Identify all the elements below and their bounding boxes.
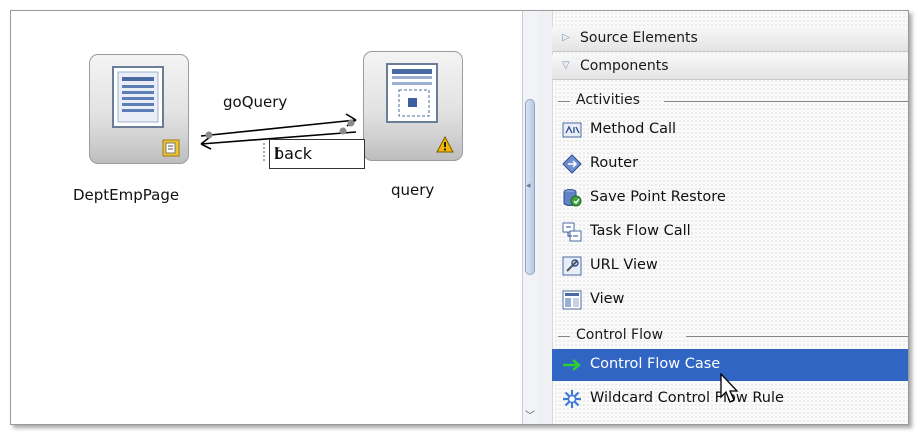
components-header[interactable]: ▽ Components	[552, 55, 908, 80]
edge-handle	[339, 127, 347, 135]
control-flow-case-label: Control Flow Case	[590, 356, 721, 372]
control-flow-edges	[200, 113, 357, 161]
router-label: Router	[590, 155, 639, 171]
diagram-canvas[interactable]: DeptEmpPage query goQuery back I	[11, 11, 523, 424]
palette-item-task-flow-call[interactable]: Task Flow Call	[552, 216, 908, 248]
task-flow-call-icon	[562, 222, 582, 242]
edge-handle	[205, 131, 213, 139]
router-icon	[562, 154, 582, 174]
components-label: Components	[580, 58, 669, 74]
source-elements-label: Source Elements	[580, 30, 698, 46]
text-cursor-icon: I	[274, 144, 281, 163]
control-flow-section-header: Control Flow	[552, 325, 908, 347]
back-label-editor[interactable]: back I	[269, 139, 365, 169]
view-label: View	[590, 291, 625, 307]
goquery-edge-label[interactable]: goQuery	[223, 93, 287, 111]
edge-handle	[347, 119, 355, 127]
wildcard-control-flow-rule-label: Wildcard Control Flow Rule	[590, 390, 784, 406]
component-palette: ▷ Source Elements ▽ Components Activitie…	[538, 11, 908, 424]
wildcard-icon	[563, 390, 581, 408]
collapsed-triangle-icon: ▷	[562, 32, 570, 43]
url-view-icon	[562, 256, 582, 276]
task-flow-editor: DeptEmpPage query goQuery back I ◂ ﹀ ▷ S…	[10, 10, 909, 425]
grip-icon: ◂	[526, 181, 531, 191]
source-elements-header[interactable]: ▷ Source Elements	[552, 27, 908, 52]
save-point-restore-icon	[563, 189, 582, 207]
activities-section-header: Activities	[552, 90, 908, 112]
palette-item-router[interactable]: Router	[552, 148, 908, 180]
url-view-label: URL View	[590, 257, 658, 273]
task-flow-call-label: Task Flow Call	[590, 223, 691, 239]
activities-label: Activities	[576, 92, 640, 108]
save-point-restore-label: Save Point Restore	[590, 189, 726, 205]
green-arrow-icon	[563, 359, 581, 371]
palette-item-method-call[interactable]: Method Call	[552, 114, 908, 146]
expanded-triangle-icon: ▽	[562, 60, 570, 71]
palette-item-url-view[interactable]: URL View	[552, 250, 908, 282]
scroll-down-icon[interactable]: ﹀	[525, 407, 535, 422]
method-call-label: Method Call	[590, 121, 677, 137]
split-divider[interactable]: ◂ ﹀	[522, 11, 539, 424]
palette-item-view[interactable]: View	[552, 284, 908, 316]
palette-gutter	[538, 11, 553, 424]
mouse-pointer-icon	[720, 373, 739, 403]
control-flow-label: Control Flow	[576, 327, 664, 343]
method-call-icon	[562, 122, 582, 138]
palette-item-save-point-restore[interactable]: Save Point Restore	[552, 182, 908, 214]
view-icon	[562, 290, 582, 310]
